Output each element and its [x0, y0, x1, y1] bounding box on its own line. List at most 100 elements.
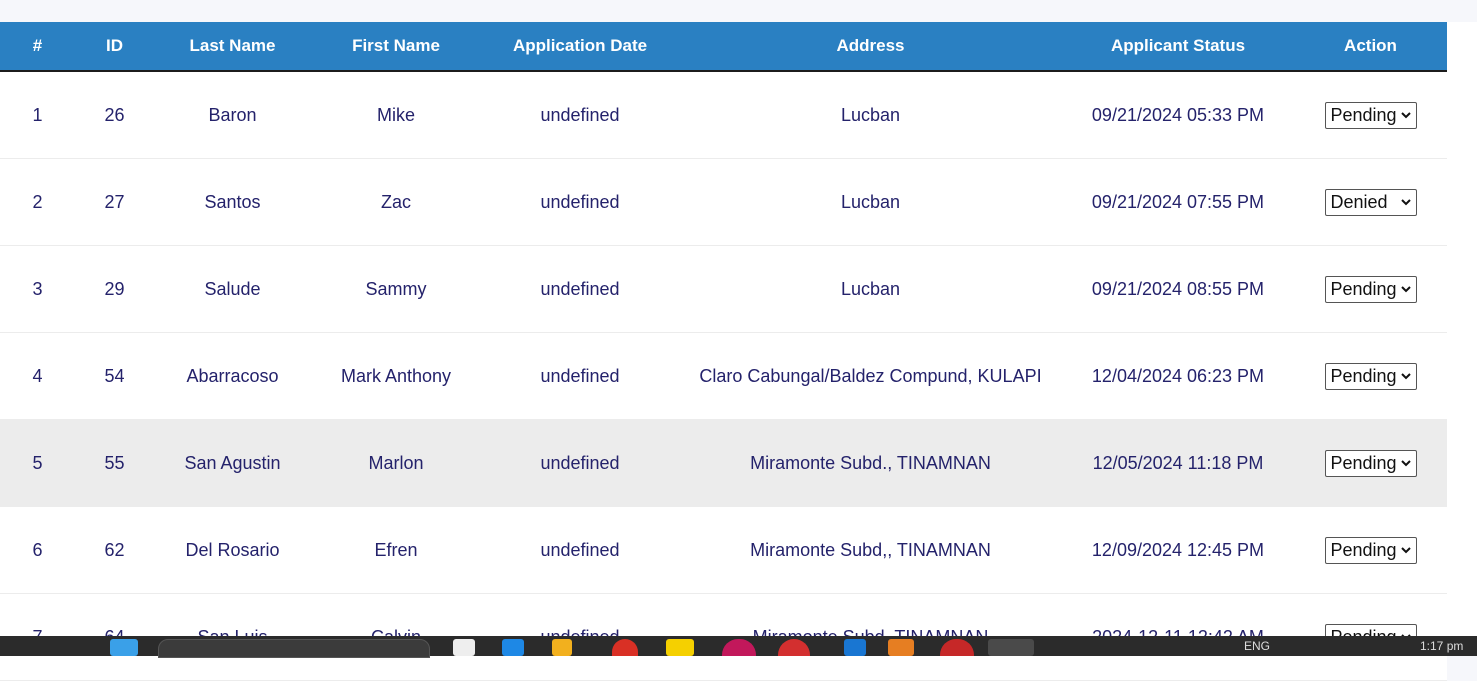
action-select[interactable]: Pending — [1324, 101, 1417, 129]
address-cell: Lucban — [679, 71, 1062, 159]
action-cell: Pending — [1294, 245, 1447, 333]
header-action: Action — [1294, 22, 1447, 72]
table-header-row: # ID Last Name First Name Application Da… — [0, 22, 1447, 72]
action-cell: Pending — [1294, 506, 1447, 594]
taskbar-search-box[interactable] — [158, 639, 430, 658]
clock[interactable]: 1:17 pm — [1420, 639, 1463, 653]
table-row: 4 54 Abarracoso Mark Anthony undefined Claro … — [0, 332, 1447, 420]
application-date-cell: undefined — [481, 158, 679, 246]
application-date-cell: undefined — [481, 419, 679, 507]
chevron-down-icon — [1400, 199, 1411, 206]
row-index: 2 — [0, 158, 75, 246]
header-index[interactable]: # — [0, 22, 75, 72]
action-cell: Pending — [1294, 419, 1447, 507]
language-indicator[interactable]: ENG — [1244, 639, 1270, 653]
last-name-cell: Santos — [154, 158, 311, 246]
action-select-value: Pending — [1330, 104, 1397, 125]
page: # ID Last Name First Name Application Da… — [0, 0, 1477, 681]
address-cell: Miramonte Subd,, TINAMNAN — [679, 506, 1062, 594]
taskbar: ENG 1:17 pm — [0, 636, 1477, 658]
header-applicant-status[interactable]: Applicant Status — [1062, 22, 1294, 72]
edge-browser-icon[interactable] — [502, 639, 524, 656]
first-name-cell: Zac — [311, 158, 481, 246]
chrome-profile-2-icon[interactable] — [940, 639, 974, 656]
pinned-app-orange-icon[interactable] — [888, 639, 914, 656]
action-select-value: Pending — [1330, 452, 1397, 473]
applicants-table: # ID Last Name First Name Application Da… — [0, 22, 1447, 681]
chrome-icon[interactable] — [612, 639, 638, 656]
action-select[interactable]: Denied — [1324, 188, 1417, 216]
last-name-cell: San Agustin — [154, 419, 311, 507]
first-name-cell: Efren — [311, 506, 481, 594]
action-select-value: Pending — [1330, 539, 1397, 560]
row-index: 3 — [0, 245, 75, 333]
table-row: 2 27 Santos Zac undefined Lucban 09/21/2024 07… — [0, 158, 1447, 246]
header-address[interactable]: Address — [679, 22, 1062, 72]
applicant-id: 54 — [75, 332, 154, 420]
chrome-profile-n-icon[interactable] — [722, 639, 756, 656]
chevron-down-icon — [1400, 373, 1411, 380]
application-date-cell: undefined — [481, 506, 679, 594]
address-cell: Lucban — [679, 158, 1062, 246]
action-select[interactable]: Pending — [1324, 449, 1417, 477]
header-id[interactable]: ID — [75, 22, 154, 72]
application-date-cell: undefined — [481, 332, 679, 420]
last-name-cell: Del Rosario — [154, 506, 311, 594]
task-view-icon[interactable] — [453, 639, 475, 656]
action-select-value: Pending — [1330, 365, 1397, 386]
header-right-gap — [1447, 22, 1477, 70]
windows-start-icon[interactable] — [110, 639, 138, 656]
table-row: 3 29 Salude Sammy undefined Lucban 09/21/2024 … — [0, 245, 1447, 333]
sticky-notes-icon[interactable] — [666, 639, 694, 656]
first-name-cell: Sammy — [311, 245, 481, 333]
last-name-cell: Baron — [154, 71, 311, 159]
top-strip — [0, 0, 1477, 22]
pinned-app-blue-icon[interactable] — [844, 639, 866, 656]
header-first-name[interactable]: First Name — [311, 22, 481, 72]
action-cell: Pending — [1294, 332, 1447, 420]
applicant-status-cell: 09/21/2024 05:33 PM — [1062, 71, 1294, 159]
last-name-cell: Abarracoso — [154, 332, 311, 420]
row-index: 6 — [0, 506, 75, 594]
applicant-status-cell: 12/04/2024 06:23 PM — [1062, 332, 1294, 420]
chevron-down-icon — [1400, 286, 1411, 293]
applicant-status-cell: 12/09/2024 12:45 PM — [1062, 506, 1294, 594]
applicant-status-cell: 12/05/2024 11:18 PM — [1062, 419, 1294, 507]
action-select-value: Pending — [1330, 278, 1397, 299]
application-date-cell: undefined — [481, 245, 679, 333]
first-name-cell: Mark Anthony — [311, 332, 481, 420]
table-row: 5 55 San Agustin Marlon undefined Miramonte S… — [0, 419, 1447, 507]
applicant-id: 62 — [75, 506, 154, 594]
header-last-name[interactable]: Last Name — [154, 22, 311, 72]
application-date-cell: undefined — [481, 71, 679, 159]
first-name-cell: Marlon — [311, 419, 481, 507]
row-index: 4 — [0, 332, 75, 420]
applicant-status-cell: 09/21/2024 08:55 PM — [1062, 245, 1294, 333]
applicant-id: 55 — [75, 419, 154, 507]
applicant-id: 29 — [75, 245, 154, 333]
action-select[interactable]: Pending — [1324, 362, 1417, 390]
table-row: 6 62 Del Rosario Efren undefined Miramonte Su… — [0, 506, 1447, 594]
applicant-id: 26 — [75, 71, 154, 159]
chevron-down-icon — [1400, 112, 1411, 119]
action-select[interactable]: Pending — [1324, 536, 1417, 564]
last-name-cell: Salude — [154, 245, 311, 333]
chrome-profile-icon[interactable] — [778, 639, 810, 656]
row-index: 5 — [0, 419, 75, 507]
action-cell: Denied — [1294, 158, 1447, 246]
address-cell: Miramonte Subd., TINAMNAN — [679, 419, 1062, 507]
address-cell: Claro Cabungal/Baldez Compund, KULAPI — [679, 332, 1062, 420]
table-row: 1 26 Baron Mike undefined Lucban 09/21/2024 05… — [0, 71, 1447, 159]
first-name-cell: Mike — [311, 71, 481, 159]
chrome-active-window-icon[interactable] — [988, 639, 1034, 656]
address-cell: Lucban — [679, 245, 1062, 333]
chevron-down-icon — [1400, 460, 1411, 467]
chevron-down-icon — [1400, 547, 1411, 554]
row-index: 1 — [0, 71, 75, 159]
action-cell: Pending — [1294, 71, 1447, 159]
action-select-value: Denied — [1330, 191, 1388, 212]
action-select[interactable]: Pending — [1324, 275, 1417, 303]
applicant-id: 27 — [75, 158, 154, 246]
header-application-date[interactable]: Application Date — [481, 22, 679, 72]
file-explorer-icon[interactable] — [552, 639, 572, 656]
